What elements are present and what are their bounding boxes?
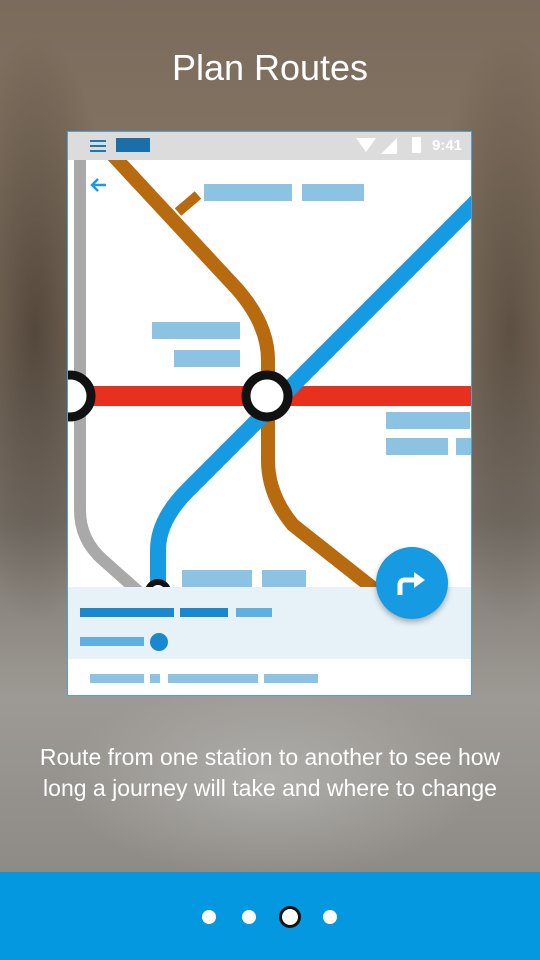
- menu-icon: [90, 140, 106, 152]
- description-text: Route from one station to another to see…: [39, 744, 501, 801]
- status-app-label: [116, 138, 150, 152]
- directions-icon: [397, 572, 425, 595]
- tube-map: [68, 160, 471, 590]
- wifi-icon: [356, 138, 376, 152]
- page-dot-1[interactable]: [202, 910, 216, 924]
- page-dot-2[interactable]: [242, 910, 256, 924]
- page-indicator[interactable]: [198, 905, 342, 929]
- page-dot-4[interactable]: [323, 910, 337, 924]
- directions-button[interactable]: [376, 547, 448, 619]
- status-bar: 9:41: [68, 132, 471, 160]
- signal-icon: [381, 138, 397, 154]
- phone-mockup-image: 9:41: [67, 131, 472, 696]
- page-dot-3-active[interactable]: [279, 906, 301, 928]
- page-title: Plan Routes: [171, 47, 369, 88]
- back-arrow-icon[interactable]: [88, 174, 110, 196]
- battery-icon: [412, 137, 421, 153]
- status-time: 9:41: [432, 137, 463, 154]
